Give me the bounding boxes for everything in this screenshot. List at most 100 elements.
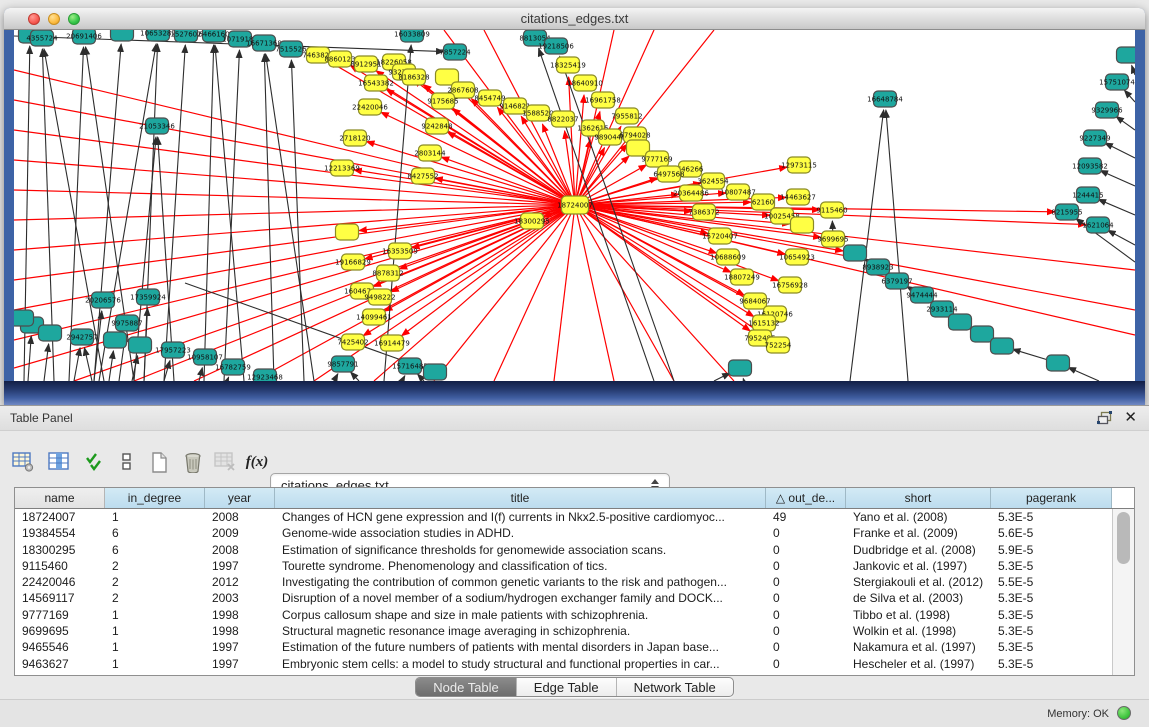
- float-panel-icon[interactable]: [1097, 411, 1113, 425]
- graph-node[interactable]: [14, 310, 34, 326]
- graph-node[interactable]: 9498222: [364, 289, 395, 305]
- graph-node[interactable]: 9115460: [816, 202, 847, 218]
- graph-node[interactable]: 7425402: [337, 334, 368, 350]
- graph-node[interactable]: 9474444: [906, 287, 938, 303]
- graph-node[interactable]: 20691406: [66, 30, 102, 44]
- table-row[interactable]: 977716911998Corpus callosum shape and si…: [15, 607, 1112, 623]
- graph-node[interactable]: 2803144: [414, 145, 446, 161]
- graph-node[interactable]: 12923468: [247, 369, 283, 381]
- graph-node[interactable]: 15751074: [1099, 74, 1135, 90]
- graph-node[interactable]: [424, 364, 447, 380]
- column-header-title[interactable]: title: [275, 488, 766, 508]
- column-header-short[interactable]: short: [846, 488, 991, 508]
- graph-node[interactable]: 9329966: [1091, 102, 1123, 118]
- new-file-icon[interactable]: [146, 449, 172, 475]
- graph-node[interactable]: [791, 217, 814, 233]
- graph-hub-node[interactable]: 18724007: [557, 196, 593, 214]
- graph-node[interactable]: 1621064: [1082, 217, 1114, 233]
- graph-node[interactable]: 8215955: [1051, 204, 1082, 220]
- window-titlebar[interactable]: citations_edges.txt: [4, 8, 1145, 30]
- graph-node[interactable]: [729, 360, 752, 376]
- table-row[interactable]: 1456911722003Disruption of a novel membe…: [15, 590, 1112, 606]
- graph-node[interactable]: 10688609: [710, 249, 746, 265]
- graph-node[interactable]: 9242848: [421, 118, 452, 134]
- graph-node[interactable]: 8427552: [407, 168, 438, 184]
- rows-icon[interactable]: [114, 449, 140, 475]
- graph-node[interactable]: 16961758: [585, 92, 621, 108]
- tab-node-table[interactable]: Node Table: [416, 678, 517, 696]
- graph-node[interactable]: [1047, 355, 1070, 371]
- column-header-pagerank[interactable]: pagerank: [991, 488, 1112, 508]
- graph-node[interactable]: 16353509: [382, 243, 418, 259]
- graph-node[interactable]: 7857224: [439, 44, 471, 60]
- graph-node[interactable]: [336, 224, 359, 240]
- graph-node[interactable]: 10654923: [779, 249, 815, 265]
- table-settings-icon[interactable]: [10, 449, 36, 475]
- graph-node[interactable]: 9227349: [1079, 130, 1110, 146]
- select-columns-icon[interactable]: [82, 449, 108, 475]
- graph-node[interactable]: 9975887: [111, 315, 142, 331]
- graph-node[interactable]: [949, 314, 972, 330]
- graph-node[interactable]: 16648784: [867, 91, 903, 107]
- graph-node[interactable]: 6379197: [881, 273, 912, 289]
- graph-node[interactable]: 1527602: [170, 30, 201, 42]
- graph-node[interactable]: 62160: [752, 194, 775, 210]
- graph-node[interactable]: 12213369: [324, 160, 360, 176]
- graph-node[interactable]: 752254: [765, 337, 792, 353]
- graph-node[interactable]: [1117, 47, 1136, 63]
- trash-icon[interactable]: [180, 449, 206, 475]
- graph-node[interactable]: 7386372: [688, 204, 719, 220]
- graph-node[interactable]: 9699695: [817, 231, 848, 247]
- graph-node[interactable]: 1244415: [1072, 187, 1103, 203]
- close-icon[interactable]: ✕: [1124, 408, 1137, 426]
- graph-node[interactable]: 19166829: [335, 254, 371, 270]
- vertical-scrollbar[interactable]: [1112, 509, 1134, 675]
- graph-node[interactable]: 18325419: [550, 57, 586, 73]
- scrollbar-thumb[interactable]: [1117, 512, 1130, 564]
- graph-node[interactable]: [129, 337, 152, 353]
- graph-node[interactable]: 8186328: [398, 69, 429, 85]
- graph-node[interactable]: 2718120: [339, 130, 370, 146]
- graph-node[interactable]: 8878312: [372, 265, 403, 281]
- graph-node[interactable]: 1615132: [748, 315, 779, 331]
- graph-node[interactable]: 12973115: [781, 157, 817, 173]
- table-row[interactable]: 1938455462009Genome-wide association stu…: [15, 525, 1112, 541]
- graph-node[interactable]: 21053346: [139, 118, 175, 134]
- table-row[interactable]: 946362711997Embryonic stem cells: a mode…: [15, 656, 1112, 672]
- graph-node[interactable]: 9777169: [641, 151, 672, 167]
- memory-ok-indicator-icon[interactable]: [1117, 706, 1131, 720]
- graph-node[interactable]: 2942757: [66, 329, 97, 345]
- graph-node[interactable]: 14463627: [780, 189, 816, 205]
- table-row[interactable]: 1830029562008Estimation of significance …: [15, 542, 1112, 558]
- column-header-in_degree[interactable]: in_degree: [105, 488, 205, 508]
- graph-node[interactable]: [104, 332, 127, 348]
- table-row[interactable]: 1872400712008Changes of HCN gene express…: [15, 509, 1112, 525]
- table-row[interactable]: 946554611997Estimation of the future num…: [15, 639, 1112, 655]
- table-row[interactable]: 969969511998Structural magnetic resonanc…: [15, 623, 1112, 639]
- graph-node[interactable]: 9857791: [327, 356, 358, 372]
- graph-node[interactable]: 10807487: [720, 184, 756, 200]
- graph-node[interactable]: [971, 326, 994, 342]
- graph-node[interactable]: 17957223: [155, 342, 191, 358]
- graph-node[interactable]: 17359924: [130, 289, 166, 305]
- graph-node[interactable]: [39, 325, 62, 341]
- table-column-icon[interactable]: [46, 449, 72, 475]
- graph-node[interactable]: 16033809: [394, 30, 430, 42]
- graph-node[interactable]: 8822037: [547, 111, 578, 127]
- network-canvas[interactable]: 1872400743557242069140610653287152760264…: [14, 30, 1135, 381]
- graph-node[interactable]: 9175685: [427, 93, 458, 109]
- graph-node[interactable]: 7955812: [611, 108, 642, 124]
- graph-node[interactable]: [844, 245, 867, 261]
- tab-edge-table[interactable]: Edge Table: [517, 678, 617, 696]
- column-header-year[interactable]: year: [205, 488, 275, 508]
- function-icon[interactable]: f(x): [244, 449, 270, 475]
- graph-node[interactable]: 16756928: [772, 277, 808, 293]
- graph-node[interactable]: [991, 338, 1014, 354]
- table-row[interactable]: 911546021997Tourette syndrome. Phenomeno…: [15, 558, 1112, 574]
- tab-network-table[interactable]: Network Table: [617, 678, 733, 696]
- column-header-out_de[interactable]: △ out_de...: [766, 488, 846, 508]
- table-row[interactable]: 2242004622012Investigating the contribut…: [15, 574, 1112, 590]
- column-header-name[interactable]: name: [15, 488, 105, 508]
- graph-node[interactable]: 4355724: [26, 30, 58, 46]
- graph-node[interactable]: 18640910: [567, 75, 603, 91]
